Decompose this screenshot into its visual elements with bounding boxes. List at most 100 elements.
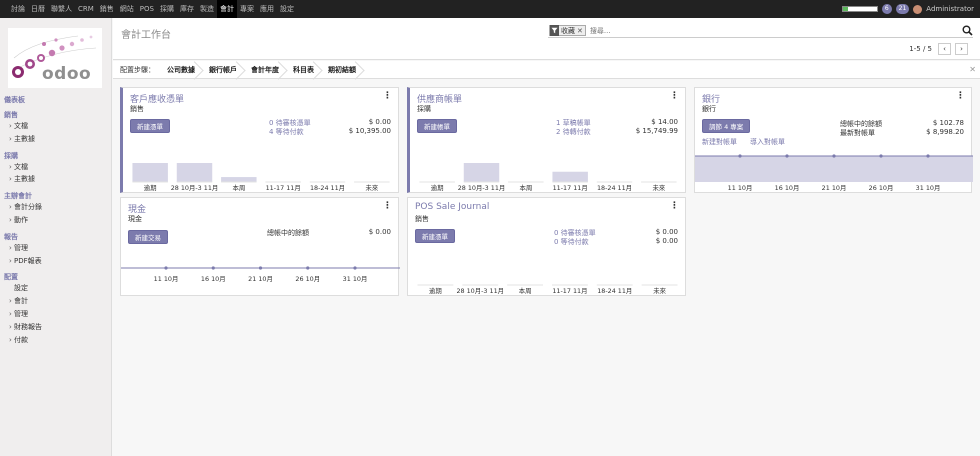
app-menu-item[interactable]: 專案 [237,0,257,18]
more-options-icon[interactable]: ⋮ [670,201,679,211]
sidebar-item[interactable]: › 會計 [4,295,108,308]
sidebar-item[interactable]: › 主數據 [4,173,108,186]
journal-chart: 逾期 28 10月-3 11月 本周 11-17 11月 18-24 11月 未來 [132,163,390,192]
close-icon[interactable]: ✕ [969,65,976,74]
journal-type: 銷售 [130,105,144,113]
chart-bar [132,163,168,182]
app-menu-item[interactable]: 會計 [216,0,237,18]
chart-point [926,154,930,158]
sidebar-section-title[interactable]: 銷售 [4,111,108,120]
sidebar-section-title[interactable]: 採購 [4,152,108,161]
more-options-icon[interactable]: ⋮ [956,91,965,101]
journal-title[interactable]: POS Sale Journal [415,202,489,212]
chart-x-tick-label: 31 10月 [343,275,368,283]
sidebar-item[interactable]: › 管理 [4,242,108,255]
chart-x-tick-label: 未來 [652,183,665,192]
journal-summary-label[interactable]: 4 等待付款 [269,127,304,137]
more-options-icon[interactable]: ⋮ [383,91,392,101]
setup-step-company[interactable]: 公司數據 [161,61,203,79]
journal-summary-amount: $ 0.00 [655,228,678,236]
journal-summary-label[interactable]: 0 等待付款 [554,237,589,247]
setup-step-chart-of-accounts[interactable]: 科目表 [287,61,322,79]
app-menu-item[interactable]: 製造 [197,0,217,18]
setup-step-bank[interactable]: 銀行帳戶 [203,61,245,79]
chart-point [353,266,357,270]
search-facet[interactable]: 收藏 ✕ [549,25,586,36]
progress-fill [842,7,848,11]
journal-chart: 逾期 28 10月-3 11月 本周 11-17 11月 18-24 11月 未來 [419,163,677,192]
chart-x-tick-label: 逾期 [431,183,444,192]
bank-statement-link[interactable]: 新建對帳單 [702,137,737,147]
journal-action-button[interactable]: 新建憑單 [415,229,455,243]
bank-statement-link[interactable]: 導入對帳單 [750,137,785,147]
sidebar-item[interactable]: › 財務報告 [4,321,108,334]
pager-next-button[interactable]: › [955,43,968,55]
journal-summary-amount: $ 0.00 [368,228,391,236]
messages-badge[interactable]: 6 [881,4,892,14]
chart-bar [463,163,500,182]
journal-summary-amount: $ 15,749.99 [635,127,678,135]
chart-bar [176,163,213,182]
sidebar-section-title[interactable]: 儀表板 [4,96,108,105]
avatar[interactable] [913,4,923,14]
pager-value[interactable]: 1-5 / 5 [909,45,932,53]
journal-action-button[interactable]: 新建憑單 [130,119,170,133]
chart-x-tick-label: 21 10月 [248,275,273,283]
app-menu-item[interactable]: 日曆 [28,0,48,18]
app-menu-item[interactable]: 討論 [8,0,28,18]
sidebar-item[interactable]: › PDF報表 [4,255,108,268]
journal-action-button[interactable]: 調節 4 專案 [702,119,751,133]
sidebar-item[interactable]: › 文檔 [4,120,108,133]
activities-badge[interactable]: 21 [895,4,910,14]
chart-x-tick-label: 本周 [519,286,532,295]
app-menu-item[interactable]: CRM [75,0,97,18]
more-options-icon[interactable]: ⋮ [670,91,679,101]
app-menu-item[interactable]: POS [137,0,157,18]
setup-step-fiscal-year[interactable]: 會計年度 [245,61,287,79]
app-menu-item[interactable]: 聯繫人 [48,0,75,18]
more-options-icon[interactable]: ⋮ [383,201,392,211]
chart-point [164,266,168,270]
sidebar-item-label: 管理 [14,243,28,252]
setup-step-opening-balance[interactable]: 期初結額 [322,61,364,79]
app-menu-item[interactable]: 採購 [157,0,177,18]
journal-action-button[interactable]: 新建帳單 [417,119,457,133]
journal-card: 供應商帳單 採購 ⋮ 新建帳單 1 草稿帳單 $ 14.00 2 待轉付款 $ 15,749.… [407,87,686,193]
search-icon[interactable] [962,25,973,36]
sidebar-section-title[interactable]: 配置 [4,273,108,282]
user-menu[interactable]: Administrator [926,5,974,13]
company-logo: odoo [8,28,102,88]
facet-remove-icon[interactable]: ✕ [577,27,585,35]
app-menu-item[interactable]: 銷售 [97,0,117,18]
chevron-right-icon: › [960,45,963,53]
sidebar-item[interactable]: › 會計分錄 [4,201,108,214]
journal-summary-amount: $ 102.78 [932,119,964,127]
journal-summary-label[interactable]: 2 待轉付款 [556,127,591,137]
pager-previous-button[interactable]: ‹ [938,43,951,55]
journal-summary-amount: $ 0.00 [368,118,391,126]
sidebar-item-label: 會計 [14,297,28,306]
chart-point [879,154,883,158]
sidebar-item[interactable]: 設定 [4,282,108,295]
app-menu-item[interactable]: 應用 [257,0,277,18]
journal-type: 現金 [128,215,142,223]
journal-summary-amount: $ 0.00 [655,237,678,245]
chart-x-tick-label: 26 10月 [295,275,320,283]
sidebar-section-title[interactable]: 報告 [4,233,108,242]
search-input[interactable] [589,26,910,35]
chevron-left-icon: ‹ [943,45,946,53]
app-menu-item[interactable]: 庫存 [177,0,197,18]
search-bar: 收藏 ✕ [548,24,973,38]
sidebar-item[interactable]: › 動作 [4,214,108,227]
sidebar-item[interactable]: › 主數據 [4,133,108,146]
sidebar-item[interactable]: › 文檔 [4,161,108,174]
sidebar-item[interactable]: › 管理 [4,308,108,321]
chart-x-tick-label: 逾期 [144,183,157,192]
chart-point [832,154,836,158]
journal-action-button[interactable]: 新建交易 [128,230,168,244]
app-menu-item[interactable]: 網站 [117,0,137,18]
app-menu-item[interactable]: 設定 [277,0,297,18]
chart-bar [221,177,257,182]
sidebar-item[interactable]: › 付款 [4,334,108,347]
sidebar-section-title[interactable]: 主辦會計 [4,192,108,201]
